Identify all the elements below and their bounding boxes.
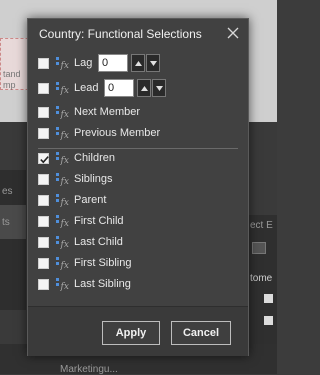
- option-row-last-child[interactable]: fx Last Child: [38, 233, 238, 253]
- triangle-up-icon: [141, 86, 148, 91]
- function-icon: fx: [56, 82, 69, 95]
- function-icon: fx: [56, 57, 69, 70]
- last-child-label: Last Child: [74, 236, 123, 248]
- svg-text:fx: fx: [60, 177, 69, 186]
- lead-value-input[interactable]: [104, 79, 134, 97]
- parent-label: Parent: [74, 194, 107, 206]
- option-row-last-sibling[interactable]: fx Last Sibling: [38, 275, 238, 295]
- background-tree-item: Marketingu...: [60, 364, 118, 375]
- lead-label: Lead: [74, 82, 99, 94]
- siblings-label: Siblings: [74, 173, 113, 185]
- svg-text:fx: fx: [60, 110, 69, 119]
- background-left-text: es: [2, 186, 13, 197]
- triangle-down-icon: [150, 61, 157, 66]
- function-icon: fx: [56, 106, 69, 119]
- siblings-checkbox[interactable]: [38, 174, 49, 185]
- svg-text:fx: fx: [60, 156, 69, 165]
- svg-text:fx: fx: [60, 198, 69, 207]
- first-child-label: First Child: [74, 215, 124, 227]
- background-checkbox: [264, 316, 273, 325]
- background-card-text: tand: [3, 69, 21, 79]
- first-sibling-label: First Sibling: [74, 257, 132, 269]
- option-row-previous-member[interactable]: fx Previous Member: [38, 124, 238, 144]
- svg-text:fx: fx: [60, 282, 69, 291]
- next-member-checkbox[interactable]: [38, 107, 49, 118]
- lag-decrement-button[interactable]: [146, 54, 160, 72]
- cancel-button[interactable]: Cancel: [171, 321, 231, 345]
- option-row-children[interactable]: fx Children: [38, 149, 238, 169]
- function-icon: fx: [56, 278, 69, 291]
- function-icon: fx: [56, 236, 69, 249]
- triangle-down-icon: [156, 86, 163, 91]
- first-child-checkbox[interactable]: [38, 216, 49, 227]
- lead-checkbox[interactable]: [38, 83, 49, 94]
- background-card-text: mp: [3, 80, 16, 90]
- option-row-next-member[interactable]: fx Next Member: [38, 103, 238, 123]
- option-row-first-child[interactable]: fx First Child: [38, 212, 238, 232]
- previous-member-checkbox[interactable]: [38, 128, 49, 139]
- option-row-parent[interactable]: fx Parent: [38, 191, 238, 211]
- parent-checkbox[interactable]: [38, 195, 49, 206]
- lag-checkbox[interactable]: [38, 58, 49, 69]
- last-sibling-label: Last Sibling: [74, 278, 131, 290]
- background-right-text: ect E: [250, 220, 273, 231]
- dialog-title: Country: Functional Selections: [39, 27, 202, 41]
- lag-value-input[interactable]: [98, 54, 128, 72]
- function-icon: fx: [56, 127, 69, 140]
- function-icon: fx: [56, 173, 69, 186]
- option-row-lag[interactable]: fx Lag: [38, 54, 238, 74]
- previous-member-label: Previous Member: [74, 127, 161, 139]
- svg-text:fx: fx: [60, 219, 69, 228]
- svg-text:fx: fx: [60, 131, 69, 140]
- last-child-checkbox[interactable]: [38, 237, 49, 248]
- lag-increment-button[interactable]: [131, 54, 145, 72]
- background-right-text: tome: [250, 273, 273, 284]
- svg-text:fx: fx: [60, 240, 69, 249]
- separator: [38, 148, 238, 149]
- first-sibling-checkbox[interactable]: [38, 258, 49, 269]
- next-member-label: Next Member: [74, 106, 141, 118]
- svg-text:fx: fx: [60, 61, 69, 70]
- children-label: Children: [74, 152, 115, 164]
- dialog-header: Country: Functional Selections: [28, 19, 248, 49]
- option-row-lead[interactable]: fx Lead: [38, 79, 238, 99]
- lead-increment-button[interactable]: [137, 79, 151, 97]
- option-row-siblings[interactable]: fx Siblings: [38, 170, 238, 190]
- triangle-up-icon: [135, 61, 142, 66]
- option-row-first-sibling[interactable]: fx First Sibling: [38, 254, 238, 274]
- svg-text:fx: fx: [60, 86, 69, 95]
- children-checkbox[interactable]: [38, 153, 49, 164]
- functional-selections-dialog: Country: Functional Selections fxLagfxLe…: [27, 18, 249, 356]
- function-icon: fx: [56, 152, 69, 165]
- function-icon: fx: [56, 215, 69, 228]
- background-folder-icon: [252, 242, 266, 254]
- lead-decrement-button[interactable]: [152, 79, 166, 97]
- last-sibling-checkbox[interactable]: [38, 279, 49, 290]
- lag-label: Lag: [74, 57, 93, 69]
- dialog-footer: Apply Cancel: [28, 306, 248, 356]
- apply-button[interactable]: Apply: [102, 321, 160, 345]
- background-left-text: ts: [2, 217, 10, 228]
- function-icon: fx: [56, 194, 69, 207]
- check-icon: [40, 156, 49, 164]
- svg-text:fx: fx: [60, 261, 69, 270]
- function-icon: fx: [56, 257, 69, 270]
- background-checkbox: [264, 294, 273, 303]
- close-icon[interactable]: [227, 27, 239, 39]
